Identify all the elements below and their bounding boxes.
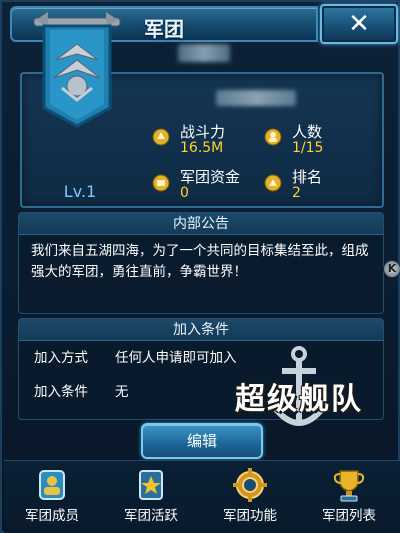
side-badge-icon[interactable]: K — [383, 260, 400, 278]
members-value: 1/15 — [292, 140, 324, 156]
join-method-label: 加入方式 — [34, 350, 88, 366]
bottom-nav: 军团成员 军团活跃 军团功能 军团列表 — [4, 460, 400, 533]
blurred-legion-name — [178, 44, 230, 62]
legion-window: 军团 ✕ Lv.1 战斗力 16.5M 人数 1/15 军团资金 0 排名 2 … — [0, 0, 400, 533]
rank-value: 2 — [292, 185, 301, 201]
blurred-leader-name — [216, 90, 296, 106]
join-header: 加入条件 — [19, 319, 383, 341]
nav-label: 军团功能 — [223, 508, 277, 524]
trophy-list-icon — [333, 470, 365, 502]
power-label: 战斗力 — [180, 123, 226, 141]
nav-legion-activity[interactable]: 军团活跃 — [103, 461, 199, 533]
function-gear-icon — [233, 468, 267, 502]
close-button[interactable]: ✕ — [320, 4, 398, 44]
rank-icon — [264, 174, 282, 192]
members-count-icon — [264, 128, 282, 146]
funds-label: 军团资金 — [180, 168, 241, 186]
legion-banner-icon — [33, 12, 121, 128]
nav-legion-members[interactable]: 军团成员 — [4, 461, 100, 533]
notice-header: 内部公告 — [19, 213, 383, 235]
activity-star-icon — [139, 470, 163, 500]
logo-text: 超级舰队 — [235, 382, 363, 417]
nav-label: 军团列表 — [322, 508, 376, 524]
funds-icon — [152, 174, 170, 192]
legion-level: Lv.1 — [63, 182, 97, 201]
power-value: 16.5M — [180, 140, 224, 156]
power-icon — [152, 128, 170, 146]
rank-label: 排名 — [292, 168, 323, 186]
notice-text: 我们来自五湖四海，为了一个共同的目标集结至此，组成强大的军团，勇往直前，争霸世界… — [31, 243, 369, 280]
join-condition-value: 无 — [115, 384, 129, 400]
members-label: 人数 — [292, 123, 323, 141]
nav-label: 军团成员 — [25, 508, 79, 524]
nav-label: 军团活跃 — [124, 508, 178, 524]
close-icon: ✕ — [348, 9, 370, 39]
notice-panel: 内部公告 我们来自五湖四海，为了一个共同的目标集结至此，组成强大的军团，勇往直前… — [18, 212, 384, 314]
join-condition-label: 加入条件 — [34, 384, 88, 400]
edit-button[interactable]: 编辑 — [141, 423, 263, 459]
members-icon — [39, 470, 65, 500]
funds-value: 0 — [180, 185, 189, 201]
nav-legion-list[interactable]: 军团列表 — [301, 461, 397, 533]
nav-legion-functions[interactable]: 军团功能 — [202, 461, 298, 533]
